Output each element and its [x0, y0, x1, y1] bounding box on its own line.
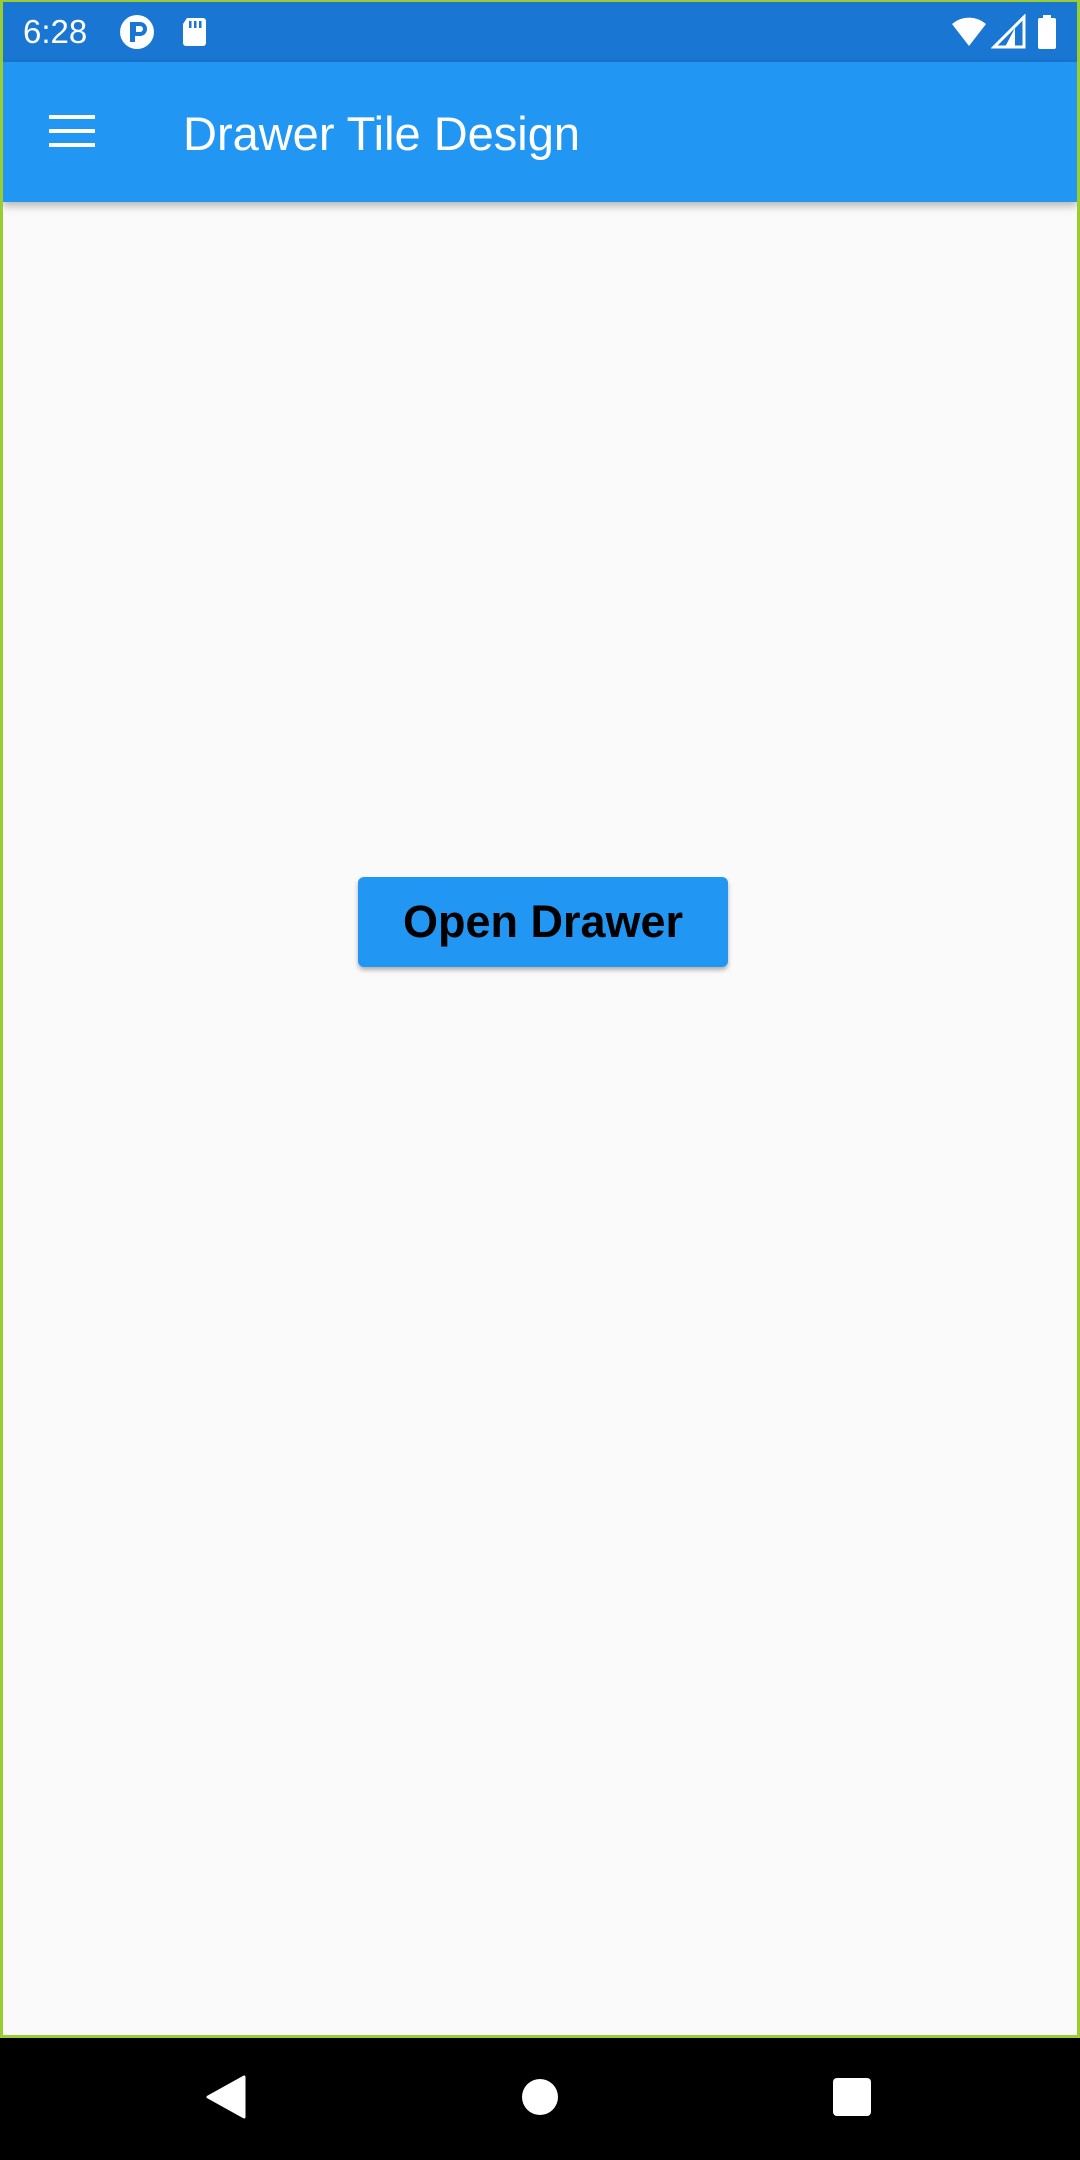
recents-icon — [832, 2077, 872, 2122]
main-content — [3, 202, 1077, 2035]
battery-icon — [1035, 14, 1059, 50]
open-drawer-button[interactable]: Open Drawer — [358, 877, 728, 967]
menu-button[interactable] — [29, 90, 115, 176]
phone-screen: 6:28 Drawer Tile Design Open Drawer — [0, 0, 1080, 2160]
notification-p-icon — [119, 14, 155, 50]
back-button[interactable] — [186, 2059, 266, 2139]
app-bar: Drawer Tile Design — [3, 62, 1077, 202]
app-title: Drawer Tile Design — [183, 107, 581, 160]
status-bar: 6:28 — [3, 2, 1077, 62]
sd-card-icon — [177, 14, 213, 50]
wifi-icon — [951, 14, 987, 50]
back-icon — [204, 2074, 248, 2125]
home-icon — [520, 2077, 560, 2122]
cell-signal-icon — [990, 13, 1027, 50]
recents-button[interactable] — [812, 2059, 892, 2139]
home-button[interactable] — [500, 2059, 580, 2139]
status-time: 6:28 — [23, 13, 88, 50]
system-navigation-bar — [0, 2038, 1080, 2160]
app-window: 6:28 Drawer Tile Design Open Drawer — [0, 0, 1080, 2038]
hamburger-menu-icon — [49, 114, 95, 153]
